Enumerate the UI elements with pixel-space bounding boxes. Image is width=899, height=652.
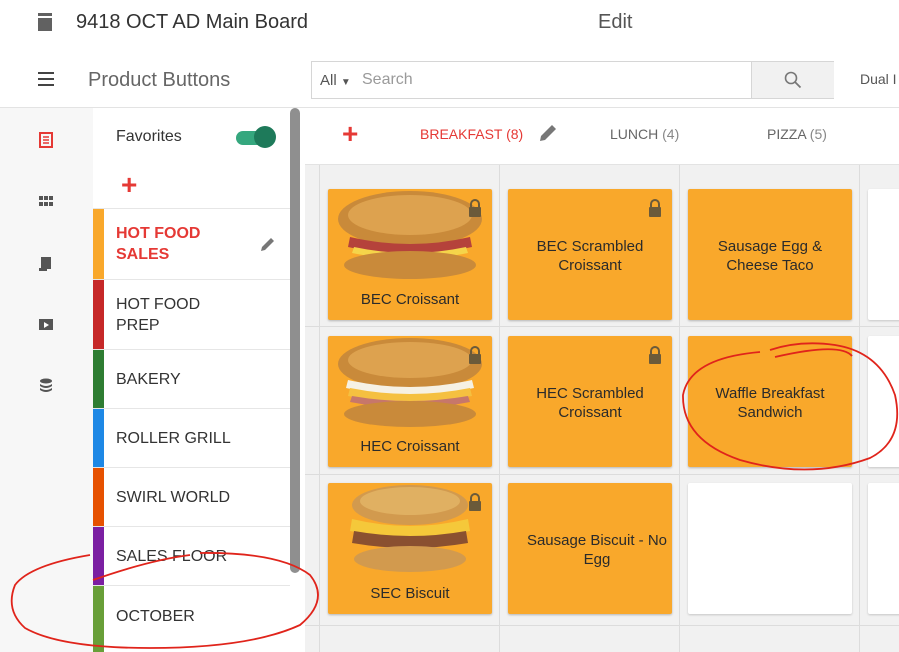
grid-line bbox=[679, 165, 680, 652]
board-title: 9418 OCT AD Main Board bbox=[76, 11, 308, 33]
category-item-swirl-world[interactable]: SWIRL WORLD bbox=[93, 467, 290, 526]
mode-label: Edit bbox=[598, 11, 633, 33]
edit-pencil-icon[interactable] bbox=[259, 235, 277, 253]
tab-lunch[interactable]: LUNCH (4) bbox=[610, 126, 679, 142]
product-grid: BEC Croissant BEC Scrambled Croissant Sa… bbox=[305, 165, 899, 652]
grid-line bbox=[499, 165, 500, 652]
dual-toggle-label[interactable]: Dual I bbox=[860, 71, 897, 87]
receipt-icon[interactable] bbox=[38, 256, 54, 272]
left-rail bbox=[0, 108, 93, 652]
database-icon[interactable] bbox=[38, 378, 54, 394]
lock-icon bbox=[469, 199, 481, 217]
category-item-hot-food-prep[interactable]: HOT FOOD PREP bbox=[93, 279, 290, 349]
croissant-sandwich-image bbox=[338, 338, 482, 427]
product-label: Waffle Breakfast Sandwich bbox=[715, 385, 825, 421]
product-button-empty[interactable] bbox=[688, 483, 852, 614]
category-label: ROLLER GRILL bbox=[116, 430, 231, 447]
product-label: BEC Croissant bbox=[360, 291, 460, 308]
product-label: HEC Scrambled Croissant bbox=[536, 385, 644, 421]
product-label: Sausage Egg & Cheese Taco bbox=[717, 238, 823, 274]
product-buttons-header: Product Buttons All ▼ Dual I bbox=[0, 50, 899, 108]
board-icon bbox=[38, 13, 52, 31]
category-item-october[interactable]: OCTOBER bbox=[93, 585, 290, 652]
category-color-bar bbox=[93, 350, 104, 408]
lock-icon bbox=[469, 493, 481, 511]
croissant-sandwich-image bbox=[338, 191, 482, 279]
product-button-sausage-biscuit-no-egg[interactable]: Sausage Biscuit - No Egg bbox=[508, 483, 672, 614]
product-button-empty[interactable] bbox=[868, 336, 899, 467]
tab-count: (5) bbox=[809, 126, 827, 142]
search-icon bbox=[784, 71, 802, 89]
grid-line bbox=[859, 165, 860, 652]
category-color-bar bbox=[93, 280, 104, 349]
product-button-waffle-breakfast-sandwich[interactable]: Waffle Breakfast Sandwich bbox=[688, 336, 852, 467]
search-input[interactable] bbox=[362, 66, 747, 94]
search-scope-dropdown[interactable]: All ▼ bbox=[320, 72, 351, 89]
category-label: OCTOBER bbox=[116, 608, 195, 625]
tab-label: BREAKFAST bbox=[420, 126, 503, 142]
edit-pencil-icon[interactable] bbox=[538, 123, 558, 143]
product-list-icon[interactable] bbox=[38, 132, 54, 148]
category-label: SALES FLOOR bbox=[116, 548, 228, 565]
favorites-label: Favorites bbox=[116, 128, 182, 145]
product-button-hec-croissant[interactable]: HEC Croissant bbox=[328, 336, 492, 467]
tab-pizza[interactable]: PIZZA (5) bbox=[767, 126, 827, 142]
favorites-row: Favorites bbox=[93, 108, 290, 166]
category-color-bar bbox=[93, 209, 104, 279]
tab-label: PIZZA bbox=[767, 126, 806, 142]
tab-count: (8) bbox=[506, 126, 524, 142]
media-icon[interactable] bbox=[38, 316, 54, 332]
caret-down-icon: ▼ bbox=[340, 77, 351, 88]
product-label: HEC Croissant bbox=[360, 438, 460, 455]
favorites-toggle[interactable] bbox=[236, 125, 276, 149]
category-item-hot-food-sales[interactable]: HOT FOOD SALES bbox=[93, 208, 290, 279]
product-button-bec-croissant[interactable]: BEC Croissant bbox=[328, 189, 492, 320]
product-button-empty[interactable] bbox=[868, 189, 899, 320]
product-button-bec-scrambled-croissant[interactable]: BEC Scrambled Croissant bbox=[508, 189, 672, 320]
add-tab-button[interactable]: + bbox=[342, 120, 358, 148]
product-button-sec-biscuit[interactable]: SEC Biscuit bbox=[328, 483, 492, 614]
category-label: BAKERY bbox=[116, 371, 181, 388]
search-scope-label: All bbox=[320, 72, 337, 89]
grid-line bbox=[305, 326, 899, 327]
category-item-sales-floor[interactable]: SALES FLOOR bbox=[93, 526, 290, 585]
search-bar: All ▼ bbox=[311, 61, 834, 99]
product-button-hec-scrambled-croissant[interactable]: HEC Scrambled Croissant bbox=[508, 336, 672, 467]
category-color-bar bbox=[93, 409, 104, 467]
biscuit-sandwich-image bbox=[350, 485, 470, 572]
lock-icon bbox=[649, 346, 661, 364]
hamburger-menu-icon[interactable] bbox=[38, 72, 54, 86]
grid-icon[interactable] bbox=[38, 194, 54, 210]
tab-label: LUNCH bbox=[610, 126, 659, 142]
subcategory-tabs: + BREAKFAST (8) LUNCH (4) PIZZA (5) bbox=[305, 108, 899, 165]
grid-line bbox=[305, 625, 899, 626]
category-item-roller-grill[interactable]: ROLLER GRILL bbox=[93, 408, 290, 467]
toggle-knob bbox=[254, 126, 276, 148]
grid-line bbox=[319, 165, 320, 652]
tab-count: (4) bbox=[662, 126, 680, 142]
grid-line bbox=[305, 474, 899, 475]
category-item-bakery[interactable]: BAKERY bbox=[93, 349, 290, 408]
app-window: 9418 OCT AD Main Board Edit Product Butt… bbox=[0, 0, 899, 652]
category-scrollbar[interactable] bbox=[290, 108, 300, 573]
lock-icon bbox=[469, 346, 481, 364]
category-color-bar bbox=[93, 586, 104, 652]
lock-icon bbox=[649, 199, 661, 217]
product-label: Sausage Biscuit - No Egg bbox=[526, 532, 668, 568]
category-color-bar bbox=[93, 527, 104, 585]
tab-breakfast[interactable]: BREAKFAST (8) bbox=[420, 126, 523, 142]
product-label: SEC Biscuit bbox=[370, 585, 450, 602]
product-button-empty[interactable] bbox=[868, 483, 899, 614]
top-bar: 9418 OCT AD Main Board Edit bbox=[0, 0, 899, 48]
product-button-sausage-egg-cheese-taco[interactable]: Sausage Egg & Cheese Taco bbox=[688, 189, 852, 320]
category-color-bar bbox=[93, 468, 104, 526]
search-button[interactable] bbox=[751, 62, 834, 98]
product-label: BEC Scrambled Croissant bbox=[536, 238, 644, 274]
category-label: HOT FOOD SALES bbox=[116, 225, 201, 263]
category-label: SWIRL WORLD bbox=[116, 489, 231, 506]
add-category-button[interactable]: + bbox=[121, 171, 137, 199]
category-list: Favorites + HOT FOOD SALES HOT FOOD PREP… bbox=[93, 108, 290, 652]
category-label: HOT FOOD PREP bbox=[116, 296, 201, 334]
page-title: Product Buttons bbox=[88, 69, 231, 91]
